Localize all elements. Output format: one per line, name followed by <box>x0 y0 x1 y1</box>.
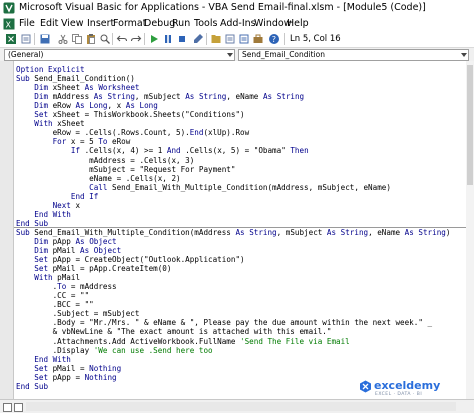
toolbar-separator <box>34 33 35 45</box>
menu-run[interactable]: Run <box>172 18 190 29</box>
code-line[interactable]: eRow = .Cells(.Rows.Count, 5).End(xlUp).… <box>16 128 250 137</box>
svg-text:?: ? <box>272 35 276 44</box>
toolbar-separator <box>284 33 285 45</box>
exceldemy-logo-icon <box>360 380 371 393</box>
code-line[interactable]: Option Explicit <box>16 65 85 74</box>
menu-tools[interactable]: Tools <box>194 18 217 29</box>
horizontal-scrollbar[interactable] <box>26 402 456 411</box>
code-line[interactable]: If .Cells(x, 4) >= 1 And .Cells(x, 5) = … <box>16 146 309 155</box>
code-line[interactable]: Call Send_Email_With_Multiple_Condition(… <box>16 183 391 192</box>
title-bar: Microsoft Visual Basic for Applications … <box>0 0 474 17</box>
menu-bar: X File Edit View Insert Format Debug Run Tools A… <box>0 17 474 32</box>
menu-help[interactable]: Help <box>287 18 309 29</box>
code-line[interactable]: .Display 'We can use .Send here too <box>16 346 213 355</box>
reset-icon[interactable] <box>176 33 188 45</box>
menu-window[interactable]: Window <box>254 18 291 29</box>
full-module-view-button[interactable] <box>14 403 23 412</box>
code-line[interactable]: .BCC = "" <box>16 300 94 309</box>
code-line[interactable]: Dim eRow As Long, x As Long <box>16 101 158 110</box>
code-line[interactable]: End If <box>16 192 98 201</box>
watermark-tagline: EXCEL · DATA · BI <box>375 392 423 397</box>
window-title: Microsoft Visual Basic for Applications … <box>19 2 426 13</box>
code-editor[interactable]: Option Explicit Sub Send_Email_Condition(… <box>0 61 474 399</box>
copy-icon[interactable] <box>71 33 83 45</box>
margin-indicator-bar[interactable] <box>0 61 14 399</box>
procedure-dropdown-value: Send_Email_Condition <box>242 50 325 59</box>
code-line[interactable]: Dim pApp As Object <box>16 237 116 246</box>
object-browser-icon[interactable] <box>238 33 250 45</box>
insert-module-icon[interactable] <box>20 33 32 45</box>
undo-icon[interactable] <box>116 33 128 45</box>
code-line[interactable]: Dim mAddress As String, mSubject As Stri… <box>16 92 304 101</box>
code-line[interactable]: With pMail <box>16 273 80 282</box>
save-icon[interactable] <box>39 33 51 45</box>
code-line[interactable]: Dim xSheet As Worksheet <box>16 83 139 92</box>
code-line[interactable]: mSubject = "Request For Payment" <box>16 165 235 174</box>
code-line[interactable]: Set pApp = Nothing <box>16 373 116 382</box>
run-icon[interactable] <box>148 33 160 45</box>
code-pane-header: (General) Send_Email_Condition <box>0 47 474 61</box>
code-line[interactable]: .Attachments.Add ActiveWorkbook.FullName… <box>16 337 350 346</box>
code-line[interactable]: .Subject = mSubject <box>16 309 140 318</box>
menu-insert[interactable]: Insert <box>87 18 114 29</box>
design-mode-icon[interactable] <box>192 33 204 45</box>
code-line[interactable]: Set pApp = CreateObject("Outlook.Applica… <box>16 255 244 264</box>
code-line[interactable]: mAddress = .Cells(x, 3) <box>16 156 194 165</box>
code-line[interactable]: Sub Send_Email_With_Multiple_Condition(m… <box>16 228 450 237</box>
code-line[interactable]: & vbNewLine & "The exact amount is attac… <box>16 327 332 336</box>
code-line[interactable]: End Sub <box>16 382 48 391</box>
project-explorer-icon[interactable] <box>210 33 222 45</box>
toolbox-icon[interactable] <box>252 33 264 45</box>
code-line[interactable]: Set pMail = pApp.CreateItem(0) <box>16 264 171 273</box>
code-line[interactable]: End With <box>16 210 71 219</box>
menu-debug[interactable]: Debug <box>144 18 175 29</box>
code-line[interactable]: eName = .Cells(x, 2) <box>16 174 180 183</box>
scrollbar-thumb[interactable] <box>467 65 473 185</box>
excel-icon[interactable]: X <box>3 18 15 30</box>
code-line[interactable]: Dim pMail As Object <box>16 246 121 255</box>
standard-toolbar: ? Ln 5, Col 16 <box>0 32 474 47</box>
chevron-down-icon[interactable] <box>461 53 467 57</box>
redo-icon[interactable] <box>130 33 142 45</box>
procedure-dropdown[interactable]: Send_Email_Condition <box>238 49 469 61</box>
menu-format[interactable]: Format <box>113 18 146 29</box>
code-pane-footer <box>0 399 474 413</box>
menu-addins[interactable]: Add-Ins <box>220 18 256 29</box>
code-line[interactable]: For x = 5 To eRow <box>16 137 131 146</box>
code-line[interactable]: With xSheet <box>16 119 84 128</box>
toolbar-separator <box>206 33 207 45</box>
object-dropdown-value: (General) <box>8 50 44 59</box>
procedure-separator <box>14 227 466 229</box>
find-icon[interactable] <box>99 33 111 45</box>
cursor-position: Ln 5, Col 16 <box>290 34 341 44</box>
object-dropdown[interactable]: (General) <box>4 49 235 61</box>
break-icon[interactable] <box>162 33 174 45</box>
code-line[interactable]: .Body = "Mr./Mrs. " & eName & ", Please … <box>16 318 432 327</box>
exceldemy-watermark: exceldemy EXCEL · DATA · BI <box>357 378 467 400</box>
view-excel-icon[interactable] <box>5 33 17 45</box>
menu-file[interactable]: File <box>19 18 35 29</box>
code-line[interactable]: Set xSheet = ThisWorkbook.Sheets("Condit… <box>16 110 244 119</box>
toolbar-separator <box>112 33 113 45</box>
watermark-brand: exceldemy <box>374 379 441 392</box>
menu-edit[interactable]: Edit <box>40 18 58 29</box>
code-line[interactable]: Next x <box>16 201 80 210</box>
code-line[interactable]: Sub Send_Email_Condition() <box>16 74 135 83</box>
code-text[interactable]: Option Explicit Sub Send_Email_Condition(… <box>16 65 468 395</box>
chevron-down-icon[interactable] <box>227 53 233 57</box>
toolbar-separator <box>144 33 145 45</box>
paste-icon[interactable] <box>85 33 97 45</box>
svg-text:X: X <box>6 21 12 30</box>
cut-icon[interactable] <box>57 33 69 45</box>
procedure-view-button[interactable] <box>3 403 12 412</box>
code-line[interactable]: Set pMail = Nothing <box>16 364 121 373</box>
code-line[interactable]: End With <box>16 355 71 364</box>
help-icon[interactable]: ? <box>268 33 280 45</box>
vba-app-icon <box>3 2 15 14</box>
vertical-scrollbar[interactable] <box>466 61 474 399</box>
properties-icon[interactable] <box>224 33 236 45</box>
menu-view[interactable]: View <box>61 18 84 29</box>
code-line[interactable]: .To = mAddress <box>16 282 117 291</box>
code-line[interactable]: .CC = "" <box>16 291 90 300</box>
